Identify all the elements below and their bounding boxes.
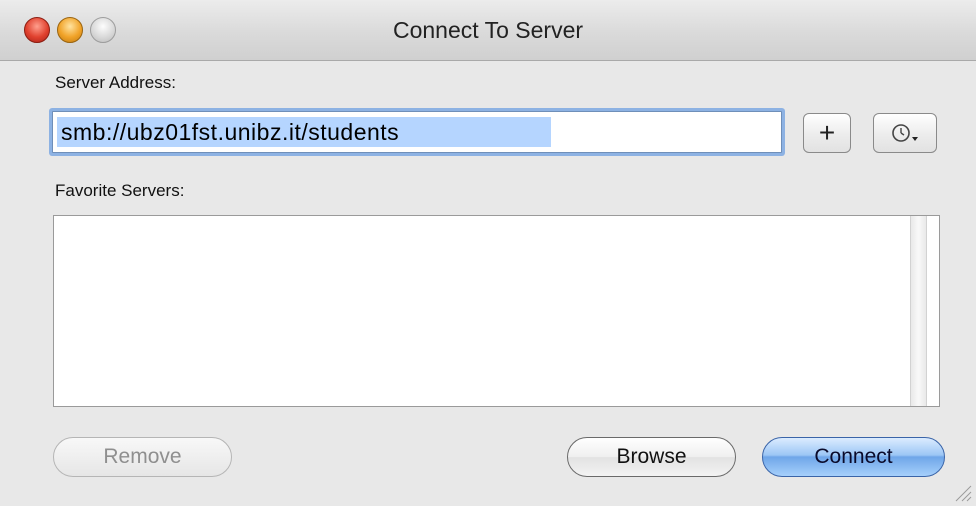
- dialog-content: Server Address: smb://ubz01fst.unibz.it/…: [0, 61, 976, 506]
- add-favorite-label: +: [818, 117, 836, 148]
- resize-grip-icon[interactable]: [952, 482, 972, 502]
- recent-servers-button[interactable]: [873, 113, 937, 153]
- favorite-servers-list[interactable]: [53, 215, 940, 407]
- clock-icon: [892, 124, 918, 142]
- window-title: Connect To Server: [392, 17, 584, 43]
- remove-button[interactable]: Remove: [53, 437, 232, 477]
- server-address-value[interactable]: smb://ubz01fst.unibz.it/students: [57, 117, 552, 147]
- connect-button[interactable]: Connect: [762, 437, 945, 477]
- title-bar[interactable]: Connect To Server: [0, 0, 976, 61]
- favorites-scrollbar[interactable]: [910, 216, 927, 406]
- server-address-input[interactable]: smb://ubz01fst.unibz.it/students: [52, 111, 782, 153]
- browse-button[interactable]: Browse: [567, 437, 736, 477]
- add-favorite-button[interactable]: +: [803, 113, 851, 153]
- favorite-servers-label: Favorite Servers:: [55, 181, 185, 200]
- server-address-label: Server Address:: [55, 73, 176, 92]
